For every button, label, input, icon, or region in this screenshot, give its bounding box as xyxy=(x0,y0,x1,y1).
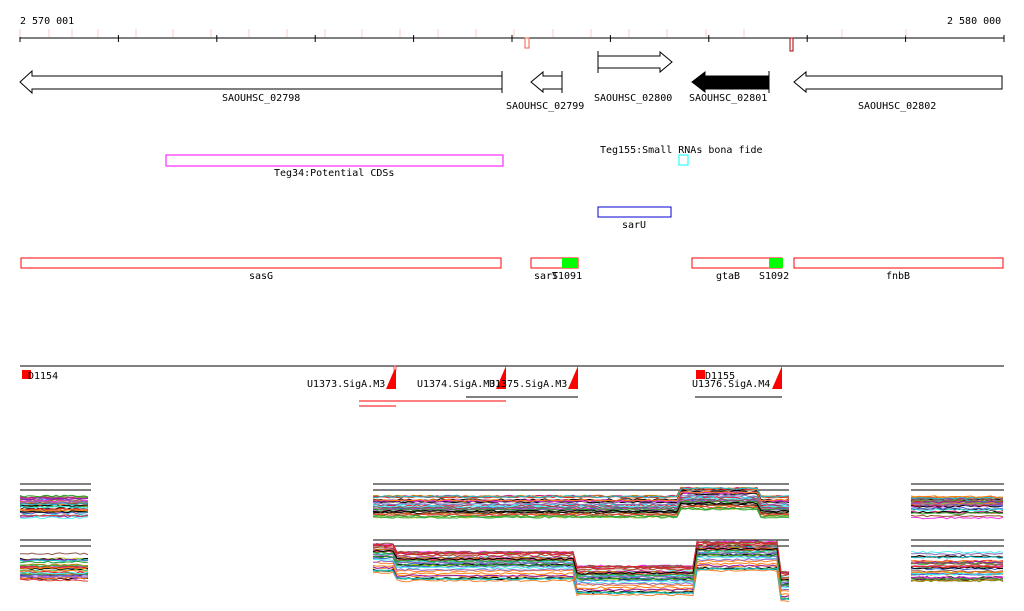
annotation-label: S1092 xyxy=(759,271,789,282)
annotation-sasG[interactable]: sasG xyxy=(20,257,502,282)
gene-SAOUHSC_02801[interactable]: SAOUHSC_02801 xyxy=(689,70,770,104)
promoter-label: U1375.SigA.M3 xyxy=(489,379,567,390)
gene-label: SAOUHSC_02798 xyxy=(222,93,300,104)
expression-trace xyxy=(910,514,1004,518)
annotation-label: gtaB xyxy=(716,271,740,282)
gene-SAOUHSC_02800[interactable]: SAOUHSC_02800 xyxy=(594,50,673,104)
gene-SAOUHSC_02802[interactable]: SAOUHSC_02802 xyxy=(793,70,1003,112)
annotation-label: S1091 xyxy=(552,271,582,282)
promoter-D1154[interactable]: D1154 xyxy=(22,370,58,382)
feature-teg155[interactable]: Teg155:Small RNAs bona fide xyxy=(600,145,763,166)
feature-label: Teg34:Potential CDSs xyxy=(274,168,394,179)
coordinate-ruler: 2 570 001 2 580 000 xyxy=(19,16,1005,52)
gene-label: SAOUHSC_02800 xyxy=(594,93,672,104)
expression-tracks xyxy=(19,483,1004,603)
peak-marker xyxy=(524,37,530,49)
expression-trace xyxy=(19,552,89,556)
expression-trace xyxy=(911,516,1004,520)
annotation-label: fnbB xyxy=(886,271,910,282)
gene-SAOUHSC_02799[interactable]: SAOUHSC_02799 xyxy=(506,70,584,112)
annotation-S1092[interactable]: S1092 xyxy=(759,258,789,282)
feature-teg34[interactable]: Teg34:Potential CDSs xyxy=(165,154,504,179)
gene-label: SAOUHSC_02802 xyxy=(858,101,936,112)
promoter-label: D1154 xyxy=(28,371,58,382)
genome-browser-view[interactable]: 2 570 001 2 580 000 SAOUHSC_02798 SAOUHS… xyxy=(0,0,1024,611)
annotation-label: sasG xyxy=(249,271,273,282)
expression-trace xyxy=(19,560,89,564)
promoter-U1373[interactable]: U1373.SigA.M3 xyxy=(307,365,397,390)
gene-SAOUHSC_02798[interactable]: SAOUHSC_02798 xyxy=(19,69,503,104)
expression-trace xyxy=(910,550,1004,554)
ruler-start-label: 2 570 001 xyxy=(20,16,74,27)
peak-marker xyxy=(789,37,794,52)
promoter-label: U1373.SigA.M3 xyxy=(307,379,385,390)
feature-saru[interactable]: sarU xyxy=(597,206,672,231)
promoter-track: D1154 U1373.SigA.M3 U1374.SigA.M3 U1375.… xyxy=(20,365,1004,407)
gene-track: SAOUHSC_02798 SAOUHSC_02799 SAOUHSC_0280… xyxy=(19,50,1003,112)
promoter-label: U1374.SigA.M3 xyxy=(417,379,495,390)
promoter-label: U1376.SigA.M4 xyxy=(692,379,770,390)
gene-label: SAOUHSC_02799 xyxy=(506,101,584,112)
annotation-fnbB[interactable]: fnbB xyxy=(793,257,1004,282)
feature-label: Teg155:Small RNAs bona fide xyxy=(600,145,763,156)
feature-label: sarU xyxy=(622,220,646,231)
ruler-end-label: 2 580 000 xyxy=(947,16,1001,27)
annotation-track: sasG sarT S1091 gtaB S1092 fnbB xyxy=(20,257,1004,282)
expression-trace xyxy=(910,552,1004,556)
gene-label: SAOUHSC_02801 xyxy=(689,93,767,104)
annotation-S1091[interactable]: S1091 xyxy=(552,258,582,282)
